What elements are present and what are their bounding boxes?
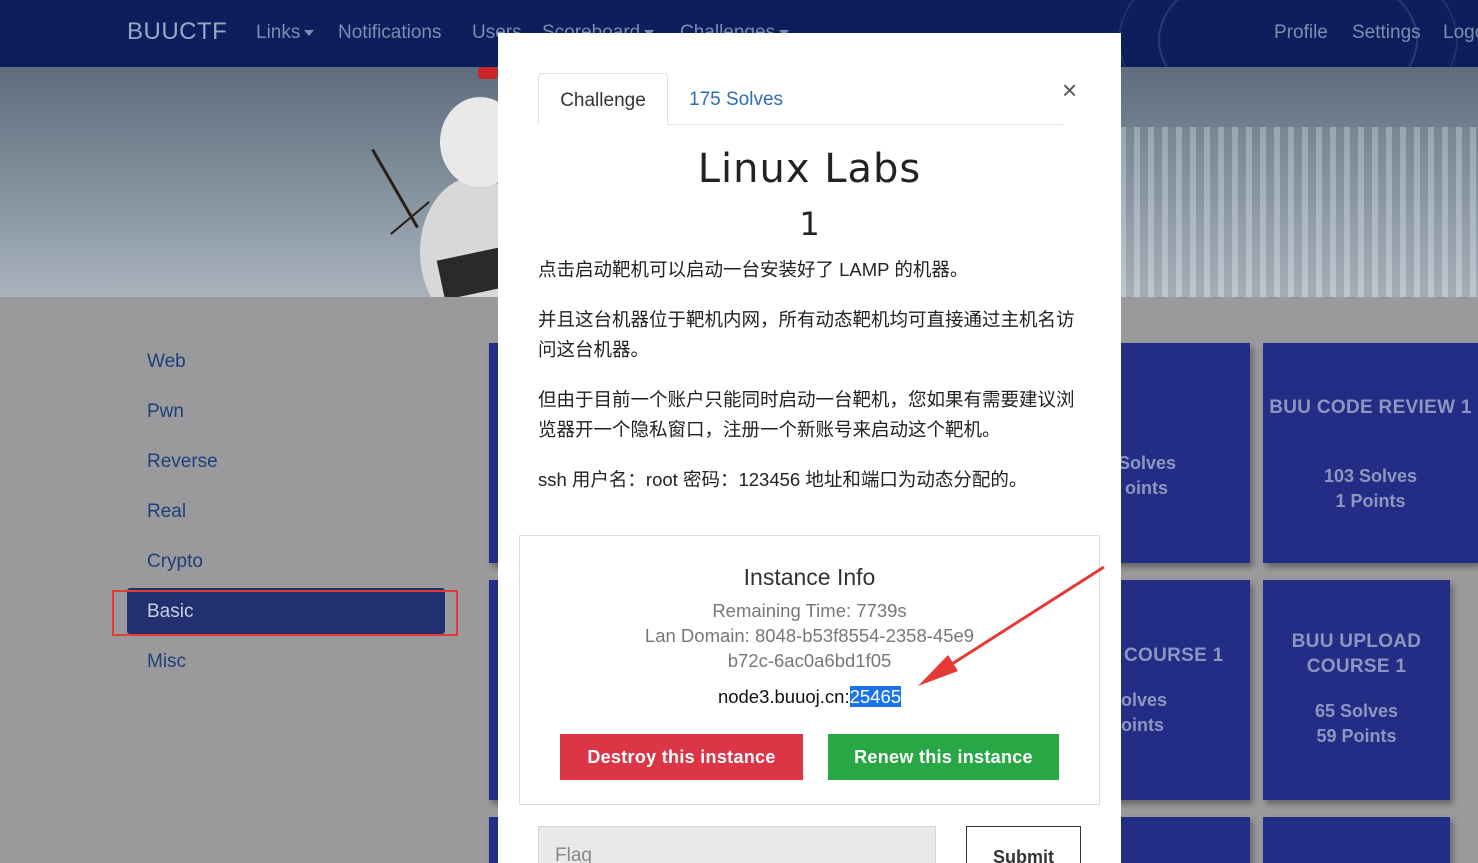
description-paragraph: ssh 用户名：root 密码：123456 地址和端口为动态分配的。	[538, 469, 1028, 490]
nav-profile[interactable]: Profile	[1274, 22, 1328, 44]
instance-info-panel: Instance Info Remaining Time: 7739s Lan …	[519, 535, 1100, 805]
description-paragraph: 点击启动靶机可以启动一台安装好了 LAMP 的机器。	[538, 259, 969, 280]
card-solves: 103 Solves	[1323, 466, 1418, 486]
nav-links[interactable]: Links	[256, 22, 315, 44]
host-name: node3.buuoj.cn:	[717, 686, 850, 707]
submit-button[interactable]: Submit	[966, 826, 1081, 863]
lan-domain-continued: b72c-6ac0a6bd1f05	[727, 650, 892, 671]
sidebar-item-web[interactable]: Web	[147, 351, 186, 373]
nav-settings[interactable]: Settings	[1352, 22, 1421, 44]
challenge-name: Linux Labs	[697, 146, 922, 192]
card-solves: 65 Solves	[1314, 701, 1399, 721]
renew-instance-button[interactable]: Renew this instance	[828, 734, 1059, 780]
challenge-card[interactable]: BUU UPLOAD COURSE 1 65 Solves 59 Points	[1263, 580, 1450, 800]
description-paragraph: 但由于目前一个账户只能同时启动一台靶机，您如果有需要建议浏览器开一个隐私窗口，注…	[538, 389, 1075, 440]
card-solves: Solves	[1118, 453, 1177, 473]
banner-decoration	[478, 67, 498, 79]
description-paragraph: 并且这台机器位于靶机内网，所有动态靶机均可直接通过主机名访问这台机器。	[538, 309, 1075, 360]
challenge-card[interactable]	[1263, 817, 1450, 863]
card-points: 1 Points	[1335, 491, 1406, 511]
modal-tabs: Challenge 175 Solves	[538, 73, 1063, 125]
card-solves: olves	[1121, 690, 1168, 710]
close-icon[interactable]: ×	[1062, 77, 1077, 103]
nav-logout[interactable]: Logout	[1443, 22, 1478, 44]
sidebar-item-misc[interactable]: Misc	[147, 651, 186, 673]
tab-challenge[interactable]: Challenge	[538, 73, 668, 125]
sidebar-item-reverse[interactable]: Reverse	[147, 451, 218, 473]
instance-address[interactable]: node3.buuoj.cn:25465	[520, 686, 1099, 708]
card-points: oints	[1125, 478, 1168, 498]
banner-decoration	[1120, 127, 1478, 297]
challenge-modal: Challenge 175 Solves × Linux Labs 1 点击启动…	[498, 33, 1121, 863]
sidebar-item-pwn[interactable]: Pwn	[147, 401, 184, 423]
instance-info-title: Instance Info	[743, 564, 876, 590]
card-title: COURSE 1	[1124, 645, 1224, 666]
lan-domain: Lan Domain: 8048-b53f8554-2358-45e9	[644, 625, 975, 646]
card-points: oints	[1121, 715, 1164, 735]
card-title: BUU CODE REVIEW 1	[1269, 397, 1472, 418]
remaining-time: Remaining Time: 7739s	[712, 600, 907, 621]
tab-solves[interactable]: 175 Solves	[689, 73, 783, 125]
destroy-instance-button[interactable]: Destroy this instance	[560, 734, 803, 780]
challenge-value: 1	[799, 205, 820, 243]
card-title: BUU UPLOAD COURSE 1	[1291, 631, 1422, 677]
brand-logo[interactable]: BUUCTF	[127, 18, 227, 46]
chevron-down-icon	[304, 29, 315, 36]
port-number[interactable]: 25465	[849, 686, 902, 707]
challenge-card[interactable]: BUU CODE REVIEW 1 103 Solves 1 Points	[1263, 343, 1478, 563]
sidebar-item-real[interactable]: Real	[147, 501, 186, 523]
annotation-highlight-box	[112, 590, 458, 636]
card-points: 59 Points	[1316, 726, 1397, 746]
sidebar-item-crypto[interactable]: Crypto	[147, 551, 203, 573]
flag-input[interactable]: Flag	[538, 826, 936, 863]
nav-notifications[interactable]: Notifications	[338, 22, 442, 44]
